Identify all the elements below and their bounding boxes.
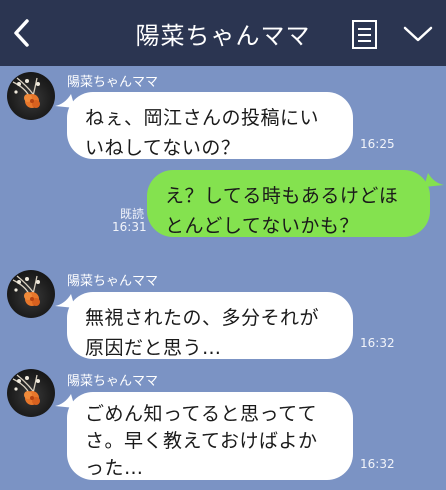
message-bubble-outgoing[interactable]: え？してる時もあるけどほ とんどしてないかも？	[147, 170, 430, 237]
message-time: 16:32	[360, 457, 395, 471]
message-bubble[interactable]: 無視されたの、多分それが 原因だと思う…	[67, 292, 353, 359]
chevron-left-icon	[14, 19, 29, 47]
message-line: ねぇ、岡江さんの投稿にい	[85, 107, 320, 129]
chevron-down-icon	[403, 26, 433, 42]
message-time: 16:32	[360, 336, 395, 350]
sender-name: 陽菜ちゃんママ	[67, 274, 159, 289]
back-button[interactable]	[10, 17, 34, 49]
sender-name: 陽菜ちゃんママ	[67, 75, 159, 90]
message-bubble[interactable]: ねぇ、岡江さんの投稿にい いねしてないの？	[67, 92, 353, 159]
message-time: 16:25	[360, 137, 395, 151]
notes-icon	[352, 20, 377, 49]
message-time: 16:31	[112, 220, 147, 234]
notes-button[interactable]	[351, 19, 379, 51]
message-line: ごめん知ってると思ってて	[85, 403, 318, 425]
expand-menu-button[interactable]	[402, 24, 434, 44]
message-line: 原因だと思う…	[85, 337, 222, 359]
message-line: いねしてないの？	[85, 137, 241, 159]
message-line: った…	[85, 457, 144, 479]
avatar[interactable]	[7, 72, 55, 120]
chat-title: 陽菜ちゃんママ	[135, 22, 311, 50]
message-line: 無視されたの、多分それが	[85, 307, 320, 329]
message-line: え？してる時もあるけどほ	[165, 185, 399, 207]
flower-icon	[12, 275, 40, 306]
message-bubble[interactable]: ごめん知ってると思ってて さ。早く教えておけばよか った…	[67, 392, 353, 480]
avatar[interactable]	[7, 369, 55, 417]
sender-name: 陽菜ちゃんママ	[67, 374, 159, 389]
avatar[interactable]	[7, 270, 55, 318]
message-line: さ。早く教えておけばよか	[85, 430, 318, 452]
message-line: とんどしてないかも？	[165, 215, 359, 237]
chat-header: 陽菜ちゃんママ	[0, 0, 446, 66]
flower-icon	[12, 77, 40, 108]
flower-icon	[12, 374, 40, 405]
